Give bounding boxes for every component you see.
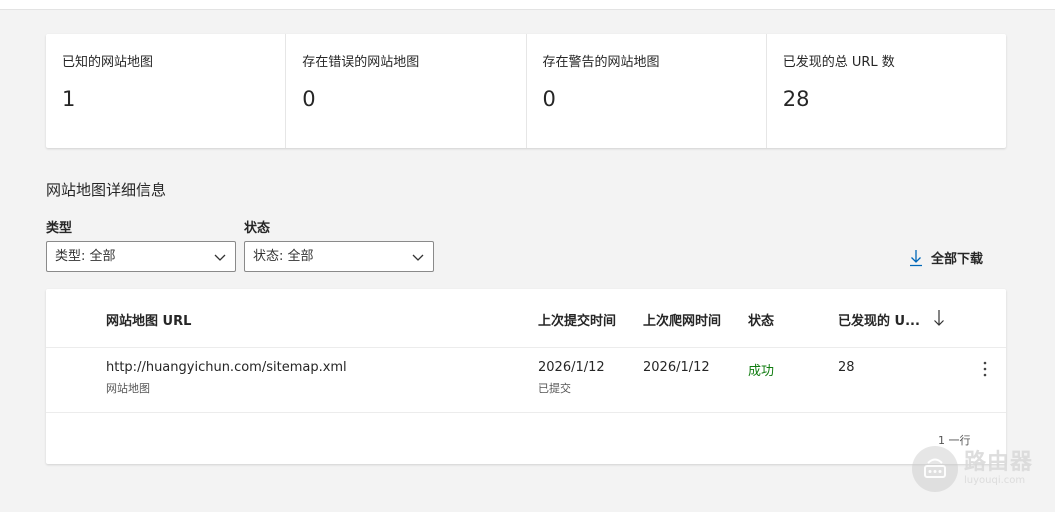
sitemaps-table: 网站地图 URL 上次提交时间 上次爬网时间 状态 已发现的 U... http…: [46, 289, 1006, 464]
submitted-label: 已提交: [538, 382, 571, 395]
sitemap-type: 网站地图: [106, 382, 150, 395]
watermark-title: 路由器: [964, 450, 1034, 475]
stat-value: 1: [62, 87, 76, 111]
download-all-label: 全部下载: [931, 252, 984, 267]
stat-value: 0: [302, 87, 316, 111]
watermark: 路由器 luyouqi.com: [912, 446, 1033, 492]
stat-warning-sitemaps: 存在警告的网站地图 0: [527, 34, 767, 148]
status-filter-value: 状态: 全部: [253, 249, 314, 264]
column-header-url[interactable]: 网站地图 URL: [106, 310, 191, 329]
column-header-crawled[interactable]: 上次爬网时间: [643, 310, 721, 329]
stat-value: 0: [542, 87, 556, 111]
status-filter-label: 状态: [244, 221, 271, 236]
sort-descending-icon[interactable]: [932, 309, 946, 327]
crawled-date: 2026/1/12: [643, 360, 710, 375]
stat-label: 已知的网站地图: [62, 55, 154, 70]
download-all-button[interactable]: 全部下载: [909, 248, 983, 267]
section-title: 网站地图详细信息: [46, 181, 167, 199]
column-header-submitted[interactable]: 上次提交时间: [538, 310, 616, 329]
stat-value: 28: [782, 87, 810, 111]
stat-total-urls: 已发现的总 URL 数 28: [767, 34, 1006, 148]
type-filter-label: 类型: [46, 221, 73, 236]
type-filter-select[interactable]: 类型: 全部: [46, 241, 236, 272]
status-badge: 成功: [748, 364, 775, 379]
header-divider: [46, 347, 1006, 348]
chevron-down-icon: [412, 254, 424, 261]
chevron-down-icon: [214, 254, 226, 261]
status-filter-select[interactable]: 状态: 全部: [244, 241, 434, 272]
row-url-cell: http://huangyichun.com/sitemap.xml 网站地图: [106, 360, 347, 396]
column-header-discovered[interactable]: 已发现的 U...: [838, 310, 920, 329]
more-options-icon[interactable]: [980, 360, 990, 378]
column-header-status[interactable]: 状态: [748, 310, 774, 329]
watermark-url: luyouqi.com: [964, 475, 1026, 486]
router-logo-icon: [912, 446, 958, 492]
row-divider: [46, 412, 1006, 413]
stat-known-sitemaps: 已知的网站地图 1: [46, 34, 287, 148]
type-filter-value: 类型: 全部: [55, 249, 116, 264]
stat-label: 已发现的总 URL 数: [782, 55, 895, 70]
row-submitted-cell: 2026/1/12 已提交: [538, 360, 605, 396]
top-bar: [0, 0, 1055, 10]
stat-error-sitemaps: 存在错误的网站地图 0: [286, 34, 527, 148]
sitemap-url[interactable]: http://huangyichun.com/sitemap.xml: [106, 360, 347, 375]
stat-label: 存在错误的网站地图: [302, 55, 420, 70]
discovered-count: 28: [838, 360, 855, 375]
stat-label: 存在警告的网站地图: [542, 55, 660, 70]
download-icon: [910, 249, 922, 266]
submitted-date: 2026/1/12: [538, 360, 605, 375]
summary-cards: 已知的网站地图 1 存在错误的网站地图 0 存在警告的网站地图 0 已发现的总 …: [46, 34, 1006, 148]
